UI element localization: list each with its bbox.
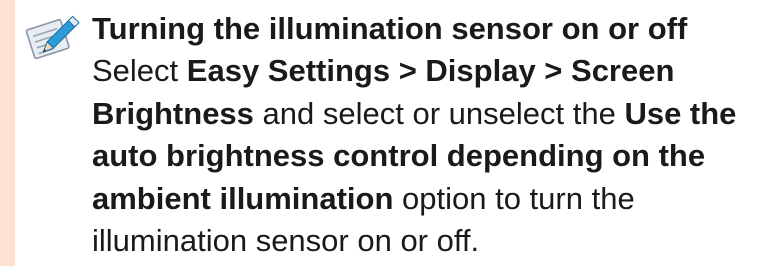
body-text-1: Select <box>92 53 187 88</box>
note-body: Select Easy Settings > Display > Screen … <box>92 50 764 263</box>
side-accent-band <box>0 0 15 266</box>
note-pencil-icon <box>25 15 80 60</box>
note-title: Turning the illumination sensor on or of… <box>92 11 688 46</box>
body-text-2: and select or unselect the <box>253 95 625 131</box>
manual-page: Turning the illumination sensor on or of… <box>0 0 769 266</box>
